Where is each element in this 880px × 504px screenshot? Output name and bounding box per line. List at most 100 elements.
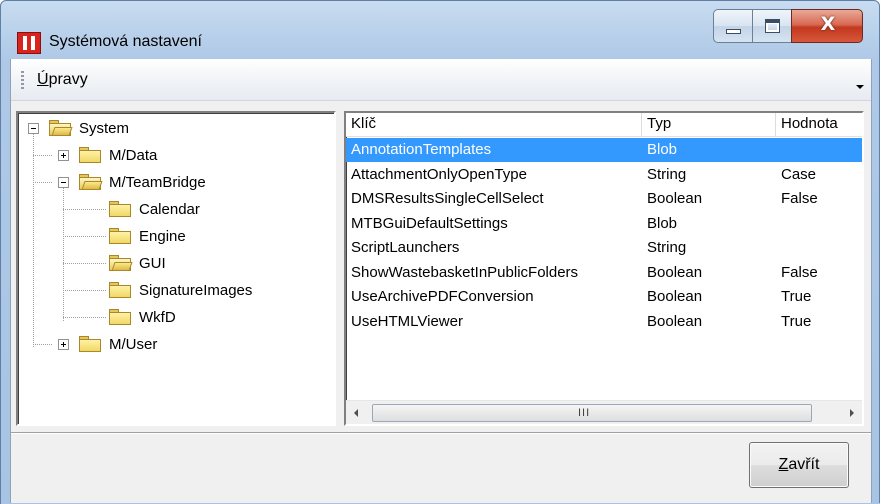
maximize-icon bbox=[765, 19, 780, 33]
tree-item[interactable]: System bbox=[48, 115, 132, 141]
scrollbar-grip: III bbox=[578, 407, 591, 419]
close-window-button[interactable]: X bbox=[791, 9, 863, 43]
cell-value: False bbox=[781, 263, 818, 281]
menu-bar: Úpravy bbox=[11, 59, 871, 101]
cell-key: DMSResultsSingleCellSelect bbox=[351, 190, 544, 207]
window-title: Systémová nastavení bbox=[49, 33, 202, 50]
app-logo-icon bbox=[17, 32, 41, 54]
list-row[interactable]: AttachmentOnlyOpenType String Case bbox=[346, 163, 862, 187]
folder-icon bbox=[108, 200, 132, 218]
toolbar-grip-icon[interactable] bbox=[21, 71, 24, 89]
maximize-button[interactable] bbox=[752, 9, 792, 43]
cell-type: Boolean bbox=[647, 263, 703, 281]
list-row[interactable]: DMSResultsSingleCellSelect Boolean False bbox=[346, 187, 862, 211]
close-button[interactable]: Zavřít bbox=[749, 442, 849, 488]
list-row[interactable]: ScriptLaunchers String bbox=[346, 236, 862, 260]
tree-connector-line bbox=[63, 317, 107, 318]
tree-connector-line bbox=[63, 236, 107, 237]
folder-icon bbox=[78, 146, 102, 164]
minimize-button[interactable] bbox=[713, 9, 753, 43]
tree-expand-icon[interactable] bbox=[58, 339, 69, 350]
tree-item-label: GUI bbox=[139, 254, 166, 272]
cell-type: Blob bbox=[647, 141, 678, 158]
folder-icon bbox=[108, 281, 132, 299]
cell-key: AnnotationTemplates bbox=[351, 141, 492, 158]
cell-type: String bbox=[647, 165, 687, 183]
close-button-mnemonic: Z bbox=[778, 456, 789, 473]
tree-item[interactable]: Engine bbox=[108, 223, 189, 249]
title-bar[interactable]: Systémová nastavení X bbox=[1, 1, 879, 59]
cell-key: ScriptLaunchers bbox=[351, 239, 460, 256]
tree-item[interactable]: M/Data bbox=[78, 142, 160, 168]
scrollbar-thumb[interactable]: III bbox=[372, 404, 812, 422]
cell-type: Boolean bbox=[647, 288, 703, 305]
list-row[interactable]: AnnotationTemplates Blob bbox=[346, 138, 862, 162]
folder-icon bbox=[108, 308, 132, 326]
tree-item[interactable]: Calendar bbox=[108, 196, 203, 222]
cell-value: True bbox=[781, 288, 812, 305]
tree-connector-line bbox=[63, 290, 107, 291]
menu-upravy-label: pravy bbox=[48, 71, 88, 88]
tree-connector-line bbox=[63, 263, 107, 264]
tree-connector-line bbox=[33, 155, 53, 156]
tree-item[interactable]: M/TeamBridge bbox=[78, 169, 209, 195]
cell-type: Boolean bbox=[647, 312, 703, 330]
cell-value: True bbox=[781, 312, 812, 330]
list-header: Klíč Typ Hodnota bbox=[346, 113, 862, 137]
list-row[interactable]: UseHTMLViewer Boolean True bbox=[346, 310, 862, 334]
cell-value: False bbox=[781, 190, 818, 207]
tree-item-label: SignatureImages bbox=[139, 281, 253, 299]
folder-open-icon bbox=[48, 119, 73, 137]
cell-key: ShowWastebasketInPublicFolders bbox=[351, 263, 579, 281]
scroll-left-arrow-icon[interactable] bbox=[346, 401, 368, 424]
tree-item-label: Calendar bbox=[139, 200, 200, 218]
cell-type: String bbox=[647, 239, 687, 256]
cell-key: UseArchivePDFConversion bbox=[351, 288, 534, 305]
horizontal-scrollbar[interactable]: III bbox=[346, 400, 862, 424]
menu-upravy[interactable]: Úpravy bbox=[33, 69, 92, 91]
scroll-right-arrow-icon[interactable] bbox=[840, 401, 862, 424]
tree-item-label: WkfD bbox=[139, 308, 176, 326]
settings-tree[interactable]: System M/Data M/TeamBridge Calendar Engine GU… bbox=[16, 111, 336, 426]
tree-item-label: M/Data bbox=[109, 146, 158, 164]
column-header-key[interactable]: Klíč bbox=[346, 113, 642, 137]
settings-window: Systémová nastavení X Úpravy System M/Dat… bbox=[0, 0, 880, 504]
list-row[interactable]: ShowWastebasketInPublicFolders Boolean Fal… bbox=[346, 261, 862, 285]
tree-collapse-icon[interactable] bbox=[58, 177, 69, 188]
cell-key: UseHTMLViewer bbox=[351, 312, 463, 330]
cell-type: Boolean bbox=[647, 190, 703, 207]
folder-icon bbox=[78, 335, 102, 353]
tree-item[interactable]: M/User bbox=[78, 331, 160, 357]
menu-upravy-mnemonic: Ú bbox=[37, 71, 49, 88]
cell-key: AttachmentOnlyOpenType bbox=[351, 165, 527, 183]
cell-value: Case bbox=[781, 165, 817, 183]
cell-type: Blob bbox=[647, 214, 678, 232]
tree-item[interactable]: SignatureImages bbox=[108, 277, 255, 303]
footer-divider bbox=[11, 432, 871, 434]
minimize-icon bbox=[726, 29, 741, 34]
tree-expand-icon[interactable] bbox=[58, 150, 69, 161]
menu-overflow-chevron-icon[interactable] bbox=[856, 85, 864, 89]
settings-list[interactable]: Klíč Typ Hodnota AnnotationTemplates Blob… bbox=[344, 111, 864, 426]
cell-key: MTBGuiDefaultSettings bbox=[351, 214, 508, 232]
tree-item-label: Engine bbox=[139, 227, 186, 245]
close-icon: X bbox=[820, 13, 836, 35]
folder-open-icon bbox=[78, 173, 103, 191]
tree-connector-line bbox=[33, 344, 53, 345]
list-row[interactable]: MTBGuiDefaultSettings Blob bbox=[346, 212, 862, 236]
tree-item-label: System bbox=[79, 119, 130, 137]
tree-connector-line bbox=[63, 186, 64, 321]
tree-item[interactable]: WkfD bbox=[108, 304, 179, 330]
dialog-client-area: Úpravy System M/Data M/TeamBridge Calendar E… bbox=[10, 59, 872, 504]
folder-icon bbox=[108, 227, 132, 245]
list-row[interactable]: UseArchivePDFConversion Boolean True bbox=[346, 285, 862, 309]
close-button-label: avřít bbox=[788, 456, 820, 473]
tree-connector-line bbox=[33, 132, 34, 348]
column-header-value[interactable]: Hodnota bbox=[776, 113, 862, 137]
tree-item[interactable]: GUI bbox=[108, 250, 169, 276]
tree-connector-line bbox=[33, 182, 53, 183]
tree-collapse-icon[interactable] bbox=[28, 123, 39, 134]
tree-item-label: M/User bbox=[109, 335, 158, 353]
column-header-type[interactable]: Typ bbox=[642, 113, 776, 137]
folder-open-icon bbox=[108, 254, 133, 272]
